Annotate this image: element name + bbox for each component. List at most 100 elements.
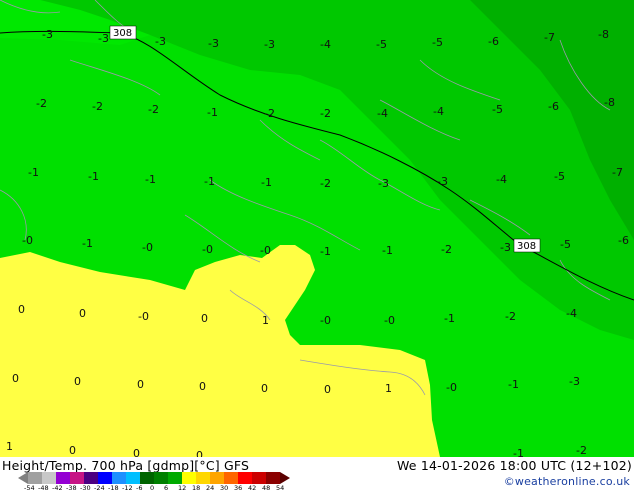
temp-label: -0 [142, 241, 153, 254]
legend-tick-label: -48 [38, 484, 49, 490]
temp-label: -4 [377, 107, 388, 120]
temp-label: -8 [604, 96, 615, 109]
temp-label: -2 [92, 100, 103, 113]
legend-tick-label: -38 [66, 484, 77, 490]
temp-label: 0 [74, 375, 81, 388]
legend-swatch [168, 472, 182, 484]
temp-label: -0 [384, 314, 395, 327]
temp-label: -1 [207, 106, 218, 119]
temp-label: 1 [385, 382, 392, 395]
temp-label: -6 [548, 100, 559, 113]
legend-tick-label: -24 [94, 484, 105, 490]
legend-tick-label: -54 [24, 484, 35, 490]
legend-swatch [210, 472, 224, 484]
temp-label: -7 [612, 166, 623, 179]
temp-label: -2 [320, 177, 331, 190]
temp-label: -6 [488, 35, 499, 48]
temp-label: 1 [262, 314, 269, 327]
legend-arrow-left [18, 472, 28, 484]
temp-label: -2 [441, 243, 452, 256]
temp-label: 0 [196, 449, 203, 457]
weather-map: 308 308 -3 -3 -3 -3 -3 -4 -5 -5 -6 -7 -8… [0, 0, 634, 457]
legend-tick-label: -12 [122, 484, 133, 490]
legend-tick-label: -18 [108, 484, 119, 490]
map-title: Height/Temp. 700 hPa [gdmp][°C] GFS [2, 458, 250, 473]
temp-label: -3 [437, 175, 448, 188]
temp-label: -2 [320, 107, 331, 120]
legend-tick-label: 18 [192, 484, 201, 490]
temp-label: -5 [432, 36, 443, 49]
temp-label: -1 [88, 170, 99, 183]
legend-tick-label: 30 [220, 484, 229, 490]
legend-tick-label: 12 [178, 484, 187, 490]
temp-label: -1 [261, 176, 272, 189]
temp-label: -1 [82, 237, 93, 250]
legend-swatch [84, 472, 98, 484]
temp-label: -0 [202, 243, 213, 256]
temp-label: -3 [378, 177, 389, 190]
temp-label: -0 [446, 381, 457, 394]
legend-swatch [112, 472, 126, 484]
temp-label: -2 [576, 444, 587, 457]
legend-swatch [28, 472, 42, 484]
temp-label: -0 [22, 234, 33, 247]
legend-swatch [182, 472, 196, 484]
color-scale-legend [18, 472, 290, 484]
legend-swatch [42, 472, 56, 484]
legend-swatch [126, 472, 140, 484]
temp-label: 0 [199, 380, 206, 393]
legend-swatch [238, 472, 252, 484]
temp-label: -8 [598, 28, 609, 41]
legend-swatch [266, 472, 280, 484]
credit-link[interactable]: ©weatheronline.co.uk [504, 475, 630, 488]
temp-label: 0 [324, 383, 331, 396]
temp-label: -2 [148, 103, 159, 116]
temp-label: 0 [137, 378, 144, 391]
temp-label: -4 [320, 38, 331, 51]
temp-label: -1 [204, 175, 215, 188]
temp-label: 0 [133, 447, 140, 457]
legend-swatch [196, 472, 210, 484]
temp-label: -1 [508, 378, 519, 391]
temp-label: -3 [569, 375, 580, 388]
legend-swatch [70, 472, 84, 484]
temp-label: -5 [492, 103, 503, 116]
temp-label: -4 [496, 173, 507, 186]
legend-tick-label: 54 [276, 484, 285, 490]
legend-swatch [224, 472, 238, 484]
temp-label: -6 [618, 234, 629, 247]
legend-arrow-right [280, 472, 290, 484]
temp-label: -1 [145, 173, 156, 186]
temp-label: -2 [264, 107, 275, 120]
temp-label: -3 [208, 37, 219, 50]
temp-label: -3 [264, 38, 275, 51]
temp-label: -2 [505, 310, 516, 323]
temp-label: 0 [261, 382, 268, 395]
legend-tick-label: -30 [80, 484, 91, 490]
temp-label: -4 [433, 105, 444, 118]
temp-label: 0 [18, 303, 25, 316]
legend-tick-label: 42 [248, 484, 257, 490]
temp-label: -0 [260, 244, 271, 257]
temp-label: -0 [320, 314, 331, 327]
map-svg: 308 308 -3 -3 -3 -3 -3 -4 -5 -5 -6 -7 -8… [0, 0, 634, 457]
temp-label: -3 [42, 28, 53, 41]
chart-stage: 308 308 -3 -3 -3 -3 -3 -4 -5 -5 -6 -7 -8… [0, 0, 634, 490]
height-label-2: 308 [513, 238, 541, 253]
temp-label: 0 [79, 307, 86, 320]
legend-tick-label: 6 [164, 484, 169, 490]
temp-label: -1 [382, 244, 393, 257]
temp-label: -1 [320, 245, 331, 258]
temp-label: -3 [98, 32, 109, 45]
legend-tick-label: 48 [262, 484, 271, 490]
temp-label: -1 [444, 312, 455, 325]
temp-label: -5 [376, 38, 387, 51]
legend-tick-label: 24 [206, 484, 215, 490]
height-label-1: 308 [109, 25, 137, 40]
height-label-text: 308 [517, 241, 536, 252]
height-label-text: 308 [113, 28, 132, 39]
temp-label: -5 [554, 170, 565, 183]
temp-label: -2 [36, 97, 47, 110]
legend-tick-label: -6 [136, 484, 143, 490]
temp-label: -5 [560, 238, 571, 251]
